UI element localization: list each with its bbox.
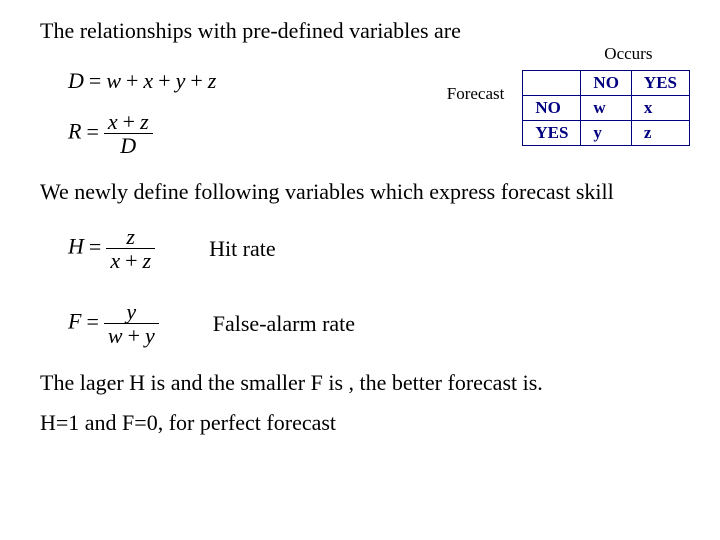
row-no: NO xyxy=(523,96,581,121)
newly-define-text: We newly define following variables whic… xyxy=(40,179,690,205)
cell-x: x xyxy=(631,96,689,121)
equation-f: F=yw+y xyxy=(68,300,159,347)
false-alarm-label: False-alarm rate xyxy=(159,311,355,337)
better-text: The lager H is and the smaller F is , th… xyxy=(40,370,690,396)
forecast-label: Forecast xyxy=(447,70,523,104)
contingency-table: NO YES NO w x YES y z xyxy=(522,70,690,146)
col-no: NO xyxy=(581,71,632,96)
perfect-text: H=1 and F=0, for perfect forecast xyxy=(40,410,690,436)
cell-w: w xyxy=(581,96,632,121)
col-yes: YES xyxy=(631,71,689,96)
equation-r: R=x+zD xyxy=(68,110,216,157)
cell-z: z xyxy=(631,121,689,146)
row-yes: YES xyxy=(523,121,581,146)
intro-text: The relationships with pre-defined varia… xyxy=(40,18,690,44)
equation-d: D=w+x+y+z xyxy=(68,68,216,94)
occurs-label: Occurs xyxy=(447,44,690,64)
cell-y: y xyxy=(581,121,632,146)
hit-rate-label: Hit rate xyxy=(155,236,276,262)
equation-h: H=zx+z xyxy=(68,225,155,272)
